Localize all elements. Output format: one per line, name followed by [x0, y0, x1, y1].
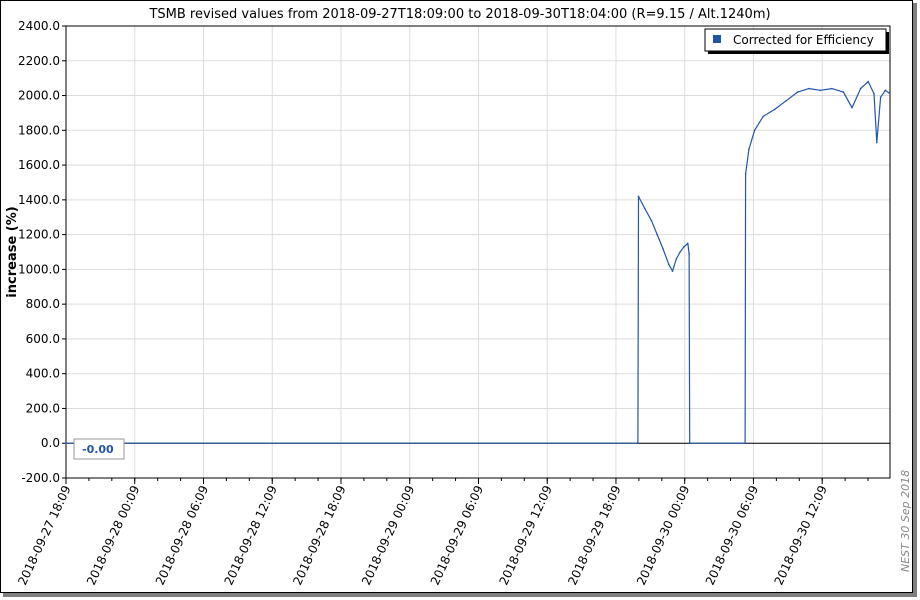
series-point	[656, 233, 658, 236]
series-point	[831, 87, 833, 90]
series-point	[842, 91, 845, 93]
series-point	[859, 87, 862, 90]
series-point	[637, 442, 639, 445]
series-point	[667, 263, 670, 266]
chart-shadow-bottom	[3, 593, 915, 597]
series-point	[773, 108, 776, 111]
series-point	[675, 258, 678, 260]
series-point	[873, 93, 875, 95]
chart-shadow-right	[913, 3, 917, 597]
legend-label: Corrected for Efficiency	[733, 33, 874, 47]
y-tick-label: 1400.0	[18, 193, 60, 207]
y-tick-label: 400.0	[26, 367, 60, 381]
y-tick-label: 2000.0	[18, 89, 60, 103]
y-tick-label: 2200.0	[18, 54, 60, 68]
side-note: NEST 30 Sep 2018	[899, 470, 912, 572]
series-point	[744, 442, 746, 445]
series-point	[796, 91, 799, 93]
value-box-text: -0.00	[82, 443, 114, 456]
series-point	[679, 251, 681, 253]
y-tick-label: 1600.0	[18, 158, 60, 172]
series-point	[879, 96, 882, 99]
legend-shadow	[886, 32, 889, 54]
series-point	[889, 93, 891, 95]
chart-frame: TSMB revised values from 2018-09-27T18:0…	[0, 0, 917, 597]
series-point	[819, 89, 822, 92]
series-point	[808, 87, 810, 90]
series-point	[650, 219, 653, 222]
series-point	[753, 129, 756, 132]
legend-swatch	[713, 35, 721, 43]
y-tick-label: 0.0	[41, 436, 60, 450]
series-point	[744, 173, 747, 175]
series-point	[662, 247, 664, 250]
series-point	[683, 246, 685, 248]
series-point	[785, 100, 787, 102]
chart-title: TSMB revised values from 2018-09-27T18:0…	[148, 7, 770, 22]
series-point	[671, 270, 674, 272]
y-tick-label: 200.0	[26, 401, 60, 415]
series-point	[867, 80, 869, 83]
y-tick-label: 1800.0	[18, 123, 60, 137]
y-tick-label: 2400.0	[18, 19, 60, 33]
series-point	[687, 242, 689, 245]
y-axis-label: increase (%)	[5, 206, 20, 297]
y-tick-label: -200.0	[21, 471, 60, 485]
chart-border	[0, 0, 913, 593]
series-point	[876, 141, 878, 144]
y-tick-label: 600.0	[26, 332, 60, 346]
y-tick-label: 1000.0	[18, 262, 60, 276]
series-point	[644, 207, 646, 210]
legend: Corrected for Efficiency	[704, 28, 889, 54]
legend-shadow-bottom	[708, 51, 889, 54]
series-point	[65, 442, 67, 445]
series-point	[637, 195, 640, 198]
series-point	[688, 442, 691, 445]
y-tick-label: 800.0	[26, 297, 60, 311]
series-point	[688, 252, 690, 255]
series-point	[884, 89, 887, 92]
y-tick-label: 1200.0	[18, 228, 60, 242]
series-point	[748, 148, 750, 151]
series-point	[762, 115, 764, 118]
series-point	[851, 106, 853, 109]
value-box: -0.00	[73, 438, 125, 460]
